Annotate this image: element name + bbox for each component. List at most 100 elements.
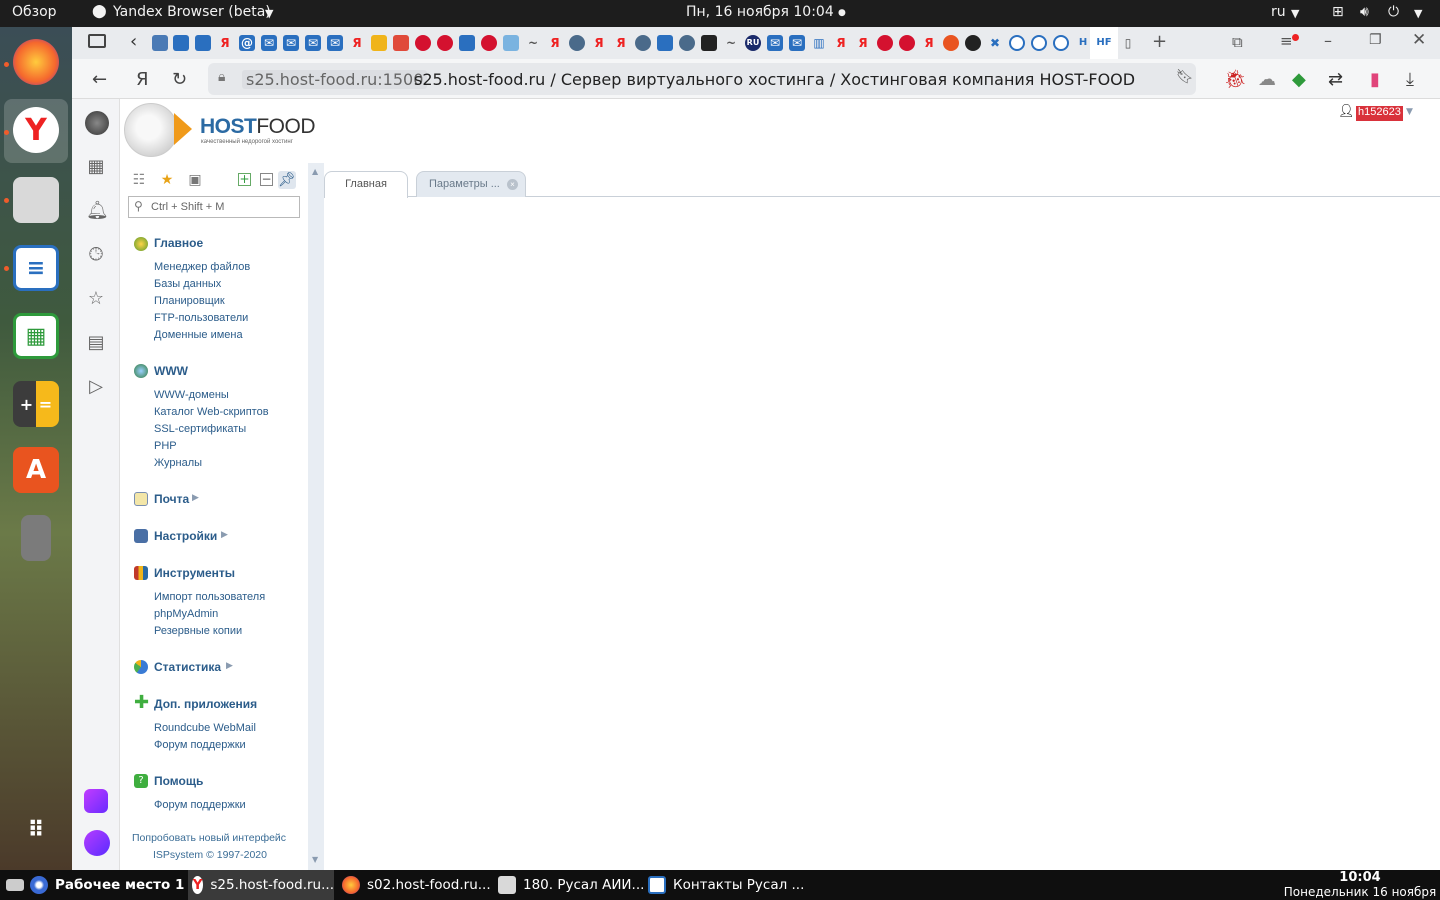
menu-group-settings[interactable]: Настройки (154, 529, 217, 543)
tab-favicon[interactable] (1053, 35, 1069, 51)
tab-favicon[interactable] (877, 35, 893, 51)
messenger-icon[interactable] (84, 789, 108, 813)
workspace-switcher[interactable]: Рабочее место 1 (6, 870, 184, 900)
yandex-tab-icon[interactable]: Я (833, 35, 849, 51)
tab-favicon[interactable] (899, 35, 915, 51)
tab-favicon[interactable] (415, 35, 431, 51)
network-icon[interactable]: ⊞ (1332, 4, 1344, 20)
menu-item-scheduler[interactable]: Планировщик (154, 295, 225, 307)
files-icon[interactable] (13, 177, 59, 223)
menu-item-ssl[interactable]: SSL-сертификаты (154, 423, 246, 435)
hostfood-tab-icon[interactable]: HF (1096, 35, 1112, 51)
close-icon[interactable]: ✕ (1412, 30, 1426, 50)
hostfood-tab-icon[interactable]: H (1075, 35, 1091, 51)
restore-icon[interactable]: ❐ (1369, 32, 1382, 48)
menu-item-web-scripts[interactable]: Каталог Web-скриптов (154, 406, 269, 418)
task-yandex[interactable]: Y s25.host-food.ru... (188, 870, 334, 900)
new-tab-icon[interactable]: + (1152, 31, 1167, 52)
menu-group-help[interactable]: Помощь (154, 774, 203, 788)
alice-icon[interactable] (84, 830, 110, 856)
pin-icon[interactable]: 📌︎ (278, 171, 296, 189)
apps-grid-icon[interactable]: ▦ (86, 157, 106, 177)
clock[interactable]: Пн, 16 ноября 10:04 (686, 4, 834, 20)
yandex-tab-icon[interactable]: Я (855, 35, 871, 51)
scroll-up-icon[interactable]: ▲ (312, 167, 318, 176)
tab-favicon[interactable] (195, 35, 211, 51)
calculator-icon[interactable]: + = (13, 381, 59, 427)
tab-favicon[interactable]: ~ (525, 35, 541, 51)
menu-item-import-user[interactable]: Импорт пользователя (154, 591, 265, 603)
document-tab-icon[interactable]: ▯ (1120, 35, 1136, 51)
chart-tab-icon[interactable]: ▥ (811, 35, 827, 51)
tab-favicon[interactable]: ✖ (987, 35, 1003, 51)
mail-tab-icon[interactable]: ✉ (327, 35, 343, 51)
pdf-tab-icon[interactable] (393, 35, 409, 51)
close-tab-icon[interactable]: × (507, 179, 518, 190)
extension-icon[interactable]: ☁ (1258, 69, 1276, 90)
yandex-tab-icon[interactable]: Я (591, 35, 607, 51)
scroll-down-icon[interactable]: ▼ (312, 855, 318, 864)
tab-params[interactable]: Параметры ... × (416, 171, 526, 197)
menu-group-main[interactable]: Главное (154, 236, 203, 250)
user-login-badge[interactable]: h152623 (1356, 106, 1403, 121)
show-applications-icon[interactable]: ⠿ (13, 807, 59, 853)
menu-group-www[interactable]: WWW (154, 364, 188, 378)
yandex-tab-icon[interactable]: Я (921, 35, 937, 51)
briefcase-icon[interactable]: ▣ (186, 171, 204, 189)
firefox-icon[interactable] (13, 39, 59, 85)
extension-icon[interactable]: ◆ (1292, 69, 1306, 90)
menu-search-input[interactable]: ⚲ Ctrl + Shift + M (128, 196, 300, 218)
activities-button[interactable]: Обзор (12, 4, 57, 20)
tab-favicon[interactable] (503, 35, 519, 51)
tab-favicon[interactable] (1009, 35, 1025, 51)
calc-icon[interactable]: ▦ (13, 313, 59, 359)
history-icon[interactable]: 🕒︎ (86, 245, 106, 265)
menu-item-help-forum[interactable]: Форум поддержки (154, 799, 246, 811)
menu-group-apps[interactable]: Доп. приложения (154, 697, 257, 711)
favorites-star-icon[interactable]: ★ (158, 171, 176, 189)
mail-tab-icon[interactable]: ✉ (767, 35, 783, 51)
collections-icon[interactable]: ▤ (86, 333, 106, 353)
menu-item-www-domains[interactable]: WWW-домены (154, 389, 229, 401)
chevron-left-icon[interactable]: ‹ (130, 31, 137, 52)
mail-tab-icon[interactable]: ✉ (305, 35, 321, 51)
menu-item-phpmyadmin[interactable]: phpMyAdmin (154, 608, 218, 620)
ubuntu-tab-icon[interactable] (943, 35, 959, 51)
task-writer[interactable]: Контакты Русал ... (648, 870, 804, 900)
menu-item-logs[interactable]: Журналы (154, 457, 202, 469)
tab-favicon[interactable] (173, 35, 189, 51)
menu-item-roundcube[interactable]: Roundcube WebMail (154, 722, 256, 734)
writer-icon[interactable]: ≡ (13, 245, 59, 291)
yandex-browser-icon[interactable]: Y (13, 107, 59, 153)
download-icon[interactable]: ⤓ (1406, 69, 1414, 90)
extension-icon[interactable]: ▮ (1370, 69, 1380, 90)
tab-favicon[interactable] (569, 35, 585, 51)
tab-main[interactable]: Главная (324, 171, 408, 198)
avatar[interactable] (85, 111, 109, 135)
expand-all-icon[interactable]: + (238, 173, 251, 186)
menu-icon[interactable]: ≡ (1280, 32, 1293, 50)
menu-item-domains[interactable]: Доменные имена (154, 329, 243, 341)
tab-favicon[interactable]: ~ (723, 35, 739, 51)
bookmarks-icon[interactable]: ⧉ (1232, 33, 1243, 51)
mail-tab-icon[interactable]: ✉ (789, 35, 805, 51)
extension-bug-icon[interactable]: 🐞︎ (1224, 69, 1247, 90)
bookmark-icon[interactable]: 🔖︎ (1176, 69, 1194, 85)
yandex-tab-icon[interactable]: Я (217, 35, 233, 51)
yandex-home-icon[interactable]: Я (136, 69, 149, 90)
tab-favicon[interactable] (679, 35, 695, 51)
star-icon[interactable]: ☆ (86, 289, 106, 309)
reload-icon[interactable]: ↻ (172, 69, 187, 90)
tab-favicon[interactable] (481, 35, 497, 51)
menu-group-tools[interactable]: Инструменты (154, 566, 235, 580)
mail-tab-icon[interactable]: @ (239, 35, 255, 51)
yandex-tab-icon[interactable]: Я (349, 35, 365, 51)
mail-tab-icon[interactable]: ✉ (283, 35, 299, 51)
device-icon[interactable] (21, 515, 51, 561)
chat-tab-icon[interactable] (657, 35, 673, 51)
url-field[interactable]: 🔒︎ s25.host-food.ru:1500 s25.host-food.r… (208, 63, 1196, 95)
mail-tab-icon[interactable]: ✉ (261, 35, 277, 51)
software-center-icon[interactable]: A (13, 447, 59, 493)
translate-icon[interactable]: ⇄ (1328, 69, 1343, 90)
taskbar-clock[interactable]: 10:04 Понедельник 16 ноября (1282, 870, 1438, 900)
